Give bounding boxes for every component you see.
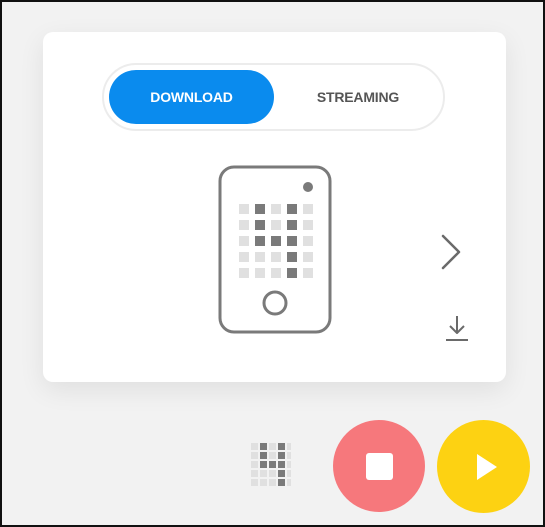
mode-toggle: DOWNLOAD STREAMING	[102, 63, 445, 131]
led-cell	[260, 470, 267, 477]
device-dot	[303, 182, 313, 192]
led-cell	[239, 204, 249, 214]
led-cell	[239, 252, 249, 262]
led-cell	[303, 252, 313, 262]
led-cell	[287, 452, 291, 459]
led-cell	[255, 236, 265, 246]
led-cell	[287, 252, 297, 262]
app-frame: DOWNLOAD STREAMING	[0, 0, 545, 527]
led-cell	[278, 452, 285, 459]
led-cell	[271, 204, 281, 214]
led-cell	[287, 220, 297, 230]
led-preview-icon	[251, 443, 291, 486]
led-cell	[260, 461, 267, 468]
led-cell	[278, 461, 285, 468]
download-tab[interactable]: DOWNLOAD	[109, 70, 274, 124]
led-cell	[251, 461, 258, 468]
led-cell	[239, 268, 249, 278]
led-cell	[303, 236, 313, 246]
led-cell	[251, 479, 258, 486]
led-cell	[255, 268, 265, 278]
led-cell	[287, 479, 291, 486]
led-cell	[260, 443, 267, 450]
led-cell	[287, 443, 291, 450]
led-cell	[269, 470, 276, 477]
device-button	[262, 290, 288, 316]
led-cell	[260, 452, 267, 459]
led-cell	[269, 452, 276, 459]
led-cell	[278, 470, 285, 477]
led-cell	[260, 479, 267, 486]
led-cell	[278, 479, 285, 486]
led-cell	[303, 220, 313, 230]
led-cell	[303, 204, 313, 214]
device-card: DOWNLOAD STREAMING	[43, 32, 506, 382]
led-cell	[269, 443, 276, 450]
led-cell	[287, 236, 297, 246]
device-icon	[218, 165, 332, 334]
streaming-tab[interactable]: STREAMING	[292, 70, 424, 124]
led-cell	[287, 461, 291, 468]
led-cell	[278, 443, 285, 450]
stop-icon	[365, 452, 393, 480]
led-cell	[251, 443, 258, 450]
led-cell	[271, 236, 281, 246]
play-icon	[476, 453, 497, 480]
led-cell	[287, 204, 297, 214]
led-cell	[255, 220, 265, 230]
play-button[interactable]	[437, 420, 530, 513]
led-cell	[255, 252, 265, 262]
led-cell	[271, 268, 281, 278]
led-cell	[239, 236, 249, 246]
led-cell	[271, 252, 281, 262]
device-body	[218, 165, 332, 334]
led-cell	[287, 268, 297, 278]
led-cell	[287, 470, 291, 477]
led-cell	[251, 470, 258, 477]
led-grid	[239, 204, 313, 278]
led-cell	[269, 461, 276, 468]
led-cell	[255, 204, 265, 214]
download-icon[interactable]	[444, 314, 470, 344]
led-cell	[269, 479, 276, 486]
stop-button[interactable]	[333, 420, 425, 512]
led-cell	[251, 452, 258, 459]
led-cell	[303, 268, 313, 278]
chevron-right-icon[interactable]	[437, 232, 467, 272]
led-cell	[239, 220, 249, 230]
led-cell	[271, 220, 281, 230]
